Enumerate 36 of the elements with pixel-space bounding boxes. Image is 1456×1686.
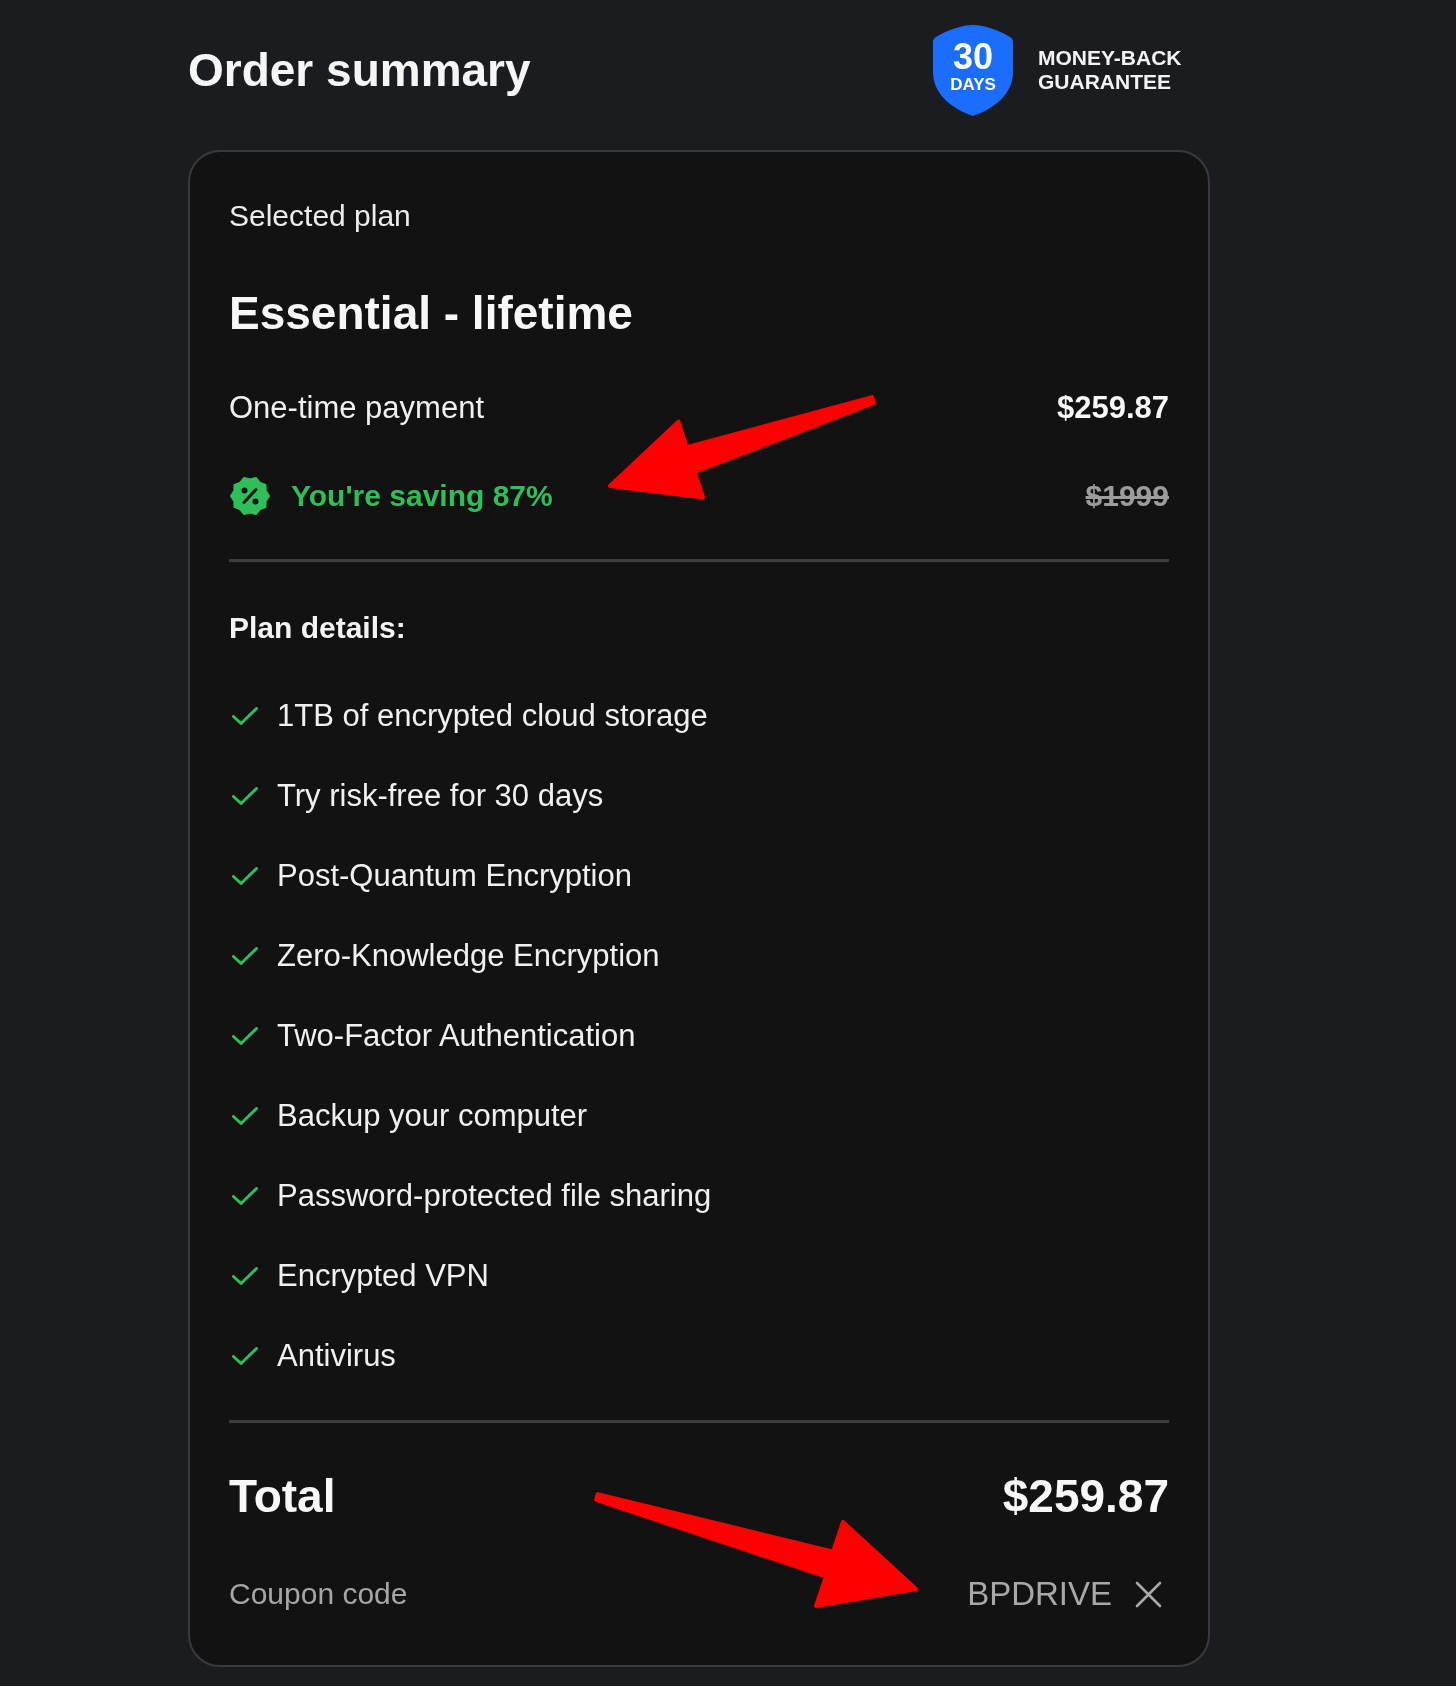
coupon-label: Coupon code: [229, 1576, 408, 1612]
check-icon: [231, 1025, 259, 1047]
plan-name: Essential - lifetime: [229, 286, 633, 341]
badge-days-label: DAYS: [950, 74, 996, 94]
check-icon: [231, 1345, 259, 1367]
total-label: Total: [229, 1469, 336, 1524]
payment-label: One-time payment: [229, 390, 484, 426]
feature-text: Backup your computer: [277, 1098, 588, 1134]
feature-text: Password-protected file sharing: [277, 1178, 712, 1214]
check-icon: [231, 865, 259, 887]
feature-text: Antivirus: [277, 1338, 396, 1374]
saving-text: You're saving 87%: [291, 478, 553, 514]
section-label: Selected plan: [229, 199, 411, 233]
check-icon: [231, 945, 259, 967]
guarantee-text: MONEY-BACK GUARANTEE: [1038, 46, 1183, 94]
feature-text: Post-Quantum Encryption: [277, 858, 632, 894]
check-icon: [231, 1265, 259, 1287]
feature-text: Zero-Knowledge Encryption: [277, 938, 660, 974]
check-icon: [231, 785, 259, 807]
check-icon: [231, 1185, 259, 1207]
feature-text: 1TB of encrypted cloud storage: [277, 698, 708, 734]
feature-text: Try risk-free for 30 days: [277, 778, 604, 814]
shield-icon: [930, 22, 1016, 118]
discount-badge-icon: [229, 475, 271, 517]
badge-days-number: 30: [952, 38, 993, 75]
check-icon: [231, 1105, 259, 1127]
page-title: Order summary: [188, 43, 532, 98]
feature-text: Encrypted VPN: [277, 1258, 489, 1294]
feature-text: Two-Factor Authentication: [277, 1018, 636, 1054]
total-amount: $259.87: [1002, 1469, 1169, 1524]
original-price: $1999: [1085, 478, 1169, 514]
coupon-code: BPDRIVE: [967, 1575, 1112, 1613]
close-icon: [1134, 1579, 1163, 1609]
payment-price: $259.87: [1056, 390, 1169, 426]
plan-details-heading: Plan details:: [229, 610, 406, 646]
check-icon: [231, 705, 259, 727]
